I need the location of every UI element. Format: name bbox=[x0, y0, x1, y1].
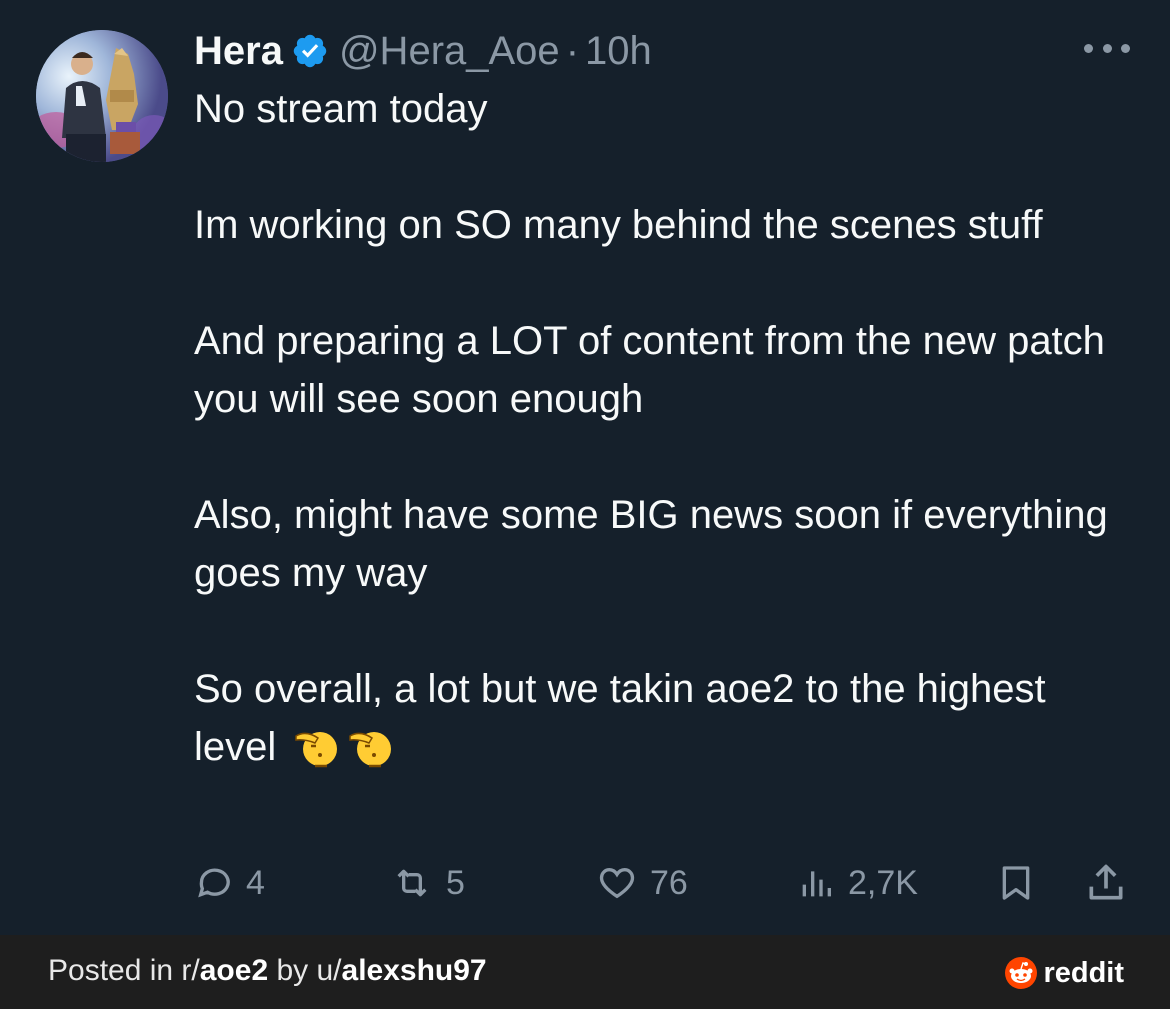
views-button[interactable]: 2,7K bbox=[796, 855, 918, 911]
reddit-brand[interactable]: reddit bbox=[1005, 957, 1124, 989]
retweet-button[interactable]: 5 bbox=[390, 855, 465, 911]
subreddit-link[interactable]: aoe2 bbox=[200, 954, 268, 987]
tweet-paragraph: So overall, a lot but we takin aoe2 to t… bbox=[194, 660, 1134, 776]
saluting-face-emoji bbox=[347, 722, 395, 770]
like-button[interactable]: 76 bbox=[596, 855, 688, 911]
saluting-face-emoji bbox=[293, 722, 341, 770]
username-link[interactable]: alexshu97 bbox=[342, 954, 487, 987]
views-count: 2,7K bbox=[848, 863, 918, 902]
like-icon bbox=[599, 867, 635, 899]
retweet-count: 5 bbox=[446, 863, 465, 902]
reddit-footer: Posted in r/aoe2 by u/alexshu97 reddit bbox=[0, 935, 1170, 1009]
posted-in-text: Posted in r/aoe2 by u/alexshu97 bbox=[48, 954, 487, 988]
header-separator: · bbox=[565, 28, 580, 73]
more-icon[interactable] bbox=[1084, 30, 1130, 66]
tweet-paragraph: Also, might have some BIG news soon if e… bbox=[194, 493, 1108, 595]
reply-button[interactable]: 4 bbox=[194, 855, 265, 911]
share-icon bbox=[1089, 864, 1123, 900]
author-name[interactable]: Hera bbox=[194, 29, 283, 74]
share-button[interactable] bbox=[1084, 855, 1128, 911]
tweet-header: Hera @Hera_Aoe · 10h bbox=[194, 26, 652, 76]
posted-in-label: Posted in r/ bbox=[48, 954, 200, 987]
tweet-paragraph: And preparing a LOT of content from the … bbox=[194, 319, 1105, 421]
tweet-actions: 4 5 76 2,7K bbox=[194, 855, 1134, 911]
tweet-text: No stream today Im working on SO many be… bbox=[194, 80, 1134, 776]
retweet-icon bbox=[397, 869, 427, 897]
author-handle[interactable]: @Hera_Aoe bbox=[339, 29, 560, 74]
tweet-paragraph: No stream today bbox=[194, 87, 488, 131]
bookmark-button[interactable] bbox=[996, 855, 1036, 911]
tweet-paragraph: Im working on SO many behind the scenes … bbox=[194, 203, 1043, 247]
timestamp[interactable]: 10h bbox=[585, 29, 652, 74]
avatar[interactable] bbox=[36, 30, 168, 162]
verified-badge-icon bbox=[291, 32, 329, 70]
reddit-wordmark: reddit bbox=[1043, 956, 1124, 989]
reply-count: 4 bbox=[246, 863, 265, 902]
views-icon bbox=[802, 871, 831, 897]
like-count: 76 bbox=[650, 863, 688, 902]
tweet-card: Hera @Hera_Aoe · 10h No stream today Im … bbox=[0, 0, 1170, 935]
bookmark-icon bbox=[1002, 866, 1030, 900]
by-label: by u/ bbox=[268, 954, 342, 987]
reply-icon bbox=[198, 868, 230, 898]
reddit-logo-icon bbox=[1005, 957, 1038, 989]
